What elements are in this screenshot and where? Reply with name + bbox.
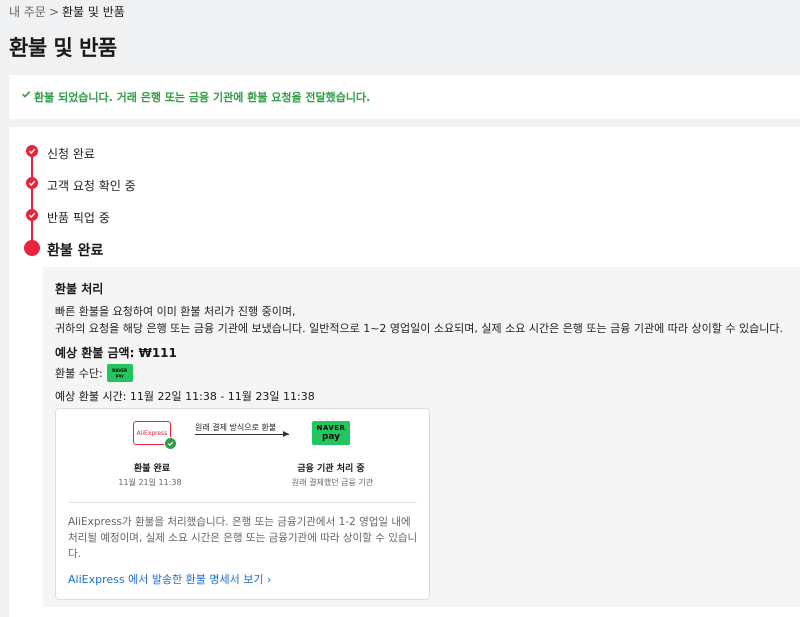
breadcrumb-current: 환불 및 반품 (62, 5, 125, 19)
detail-description: 빠른 환불을 요청하여 이미 환불 처리가 진행 중이며, 귀하의 요청을 해당… (55, 303, 783, 337)
expected-refund-time: 예상 환불 시간: 11월 22일 11:38 - 11월 23일 11:38 (55, 390, 315, 403)
alert-message: 환불 되었습니다. 거래 은행 또는 금융 기관에 환불 요청을 전달했습니다. (34, 91, 371, 104)
arrow-label: 원래 결제 방식으로 환불 (195, 423, 277, 432)
refund-method: 환불 수단: NAVER pay (55, 364, 133, 382)
step-done-icon (26, 177, 38, 189)
arrow-right-icon (283, 431, 289, 437)
divider (68, 502, 417, 503)
timeline-line (31, 150, 33, 248)
naver-pay-logo-text: NAVER (316, 424, 346, 432)
naver-pay-logo: NAVER pay (312, 421, 350, 445)
check-circle-icon (164, 437, 177, 450)
check-icon (21, 89, 31, 99)
page-title: 환불 및 반품 (9, 36, 117, 60)
detail-title: 환불 처리 (55, 282, 104, 296)
refund-method-label: 환불 수단: (55, 367, 103, 380)
arrow-line (195, 434, 289, 435)
breadcrumb-my-orders[interactable]: 내 주문 (9, 5, 46, 19)
breadcrumb: 내 주문 > 환불 및 반품 (9, 3, 125, 20)
target-sub: 원래 결제했던 금융 기관 (291, 478, 374, 487)
refund-amount-value: ₩111 (138, 346, 177, 360)
step-label-applied: 신청 완료 (47, 147, 95, 161)
step-done-icon (26, 145, 38, 157)
naver-pay-logo-text: pay (115, 373, 124, 378)
detail-description-line: 빠른 환불을 요청하여 이미 환불 처리가 진행 중이며, (55, 305, 296, 318)
detail-description-line: 귀하의 요청을 해당 은행 또는 금융 기관에 보냈습니다. 일반적으로 1~2… (55, 322, 783, 335)
refund-amount: 예상 환불 금액: ₩111 (55, 344, 177, 361)
step-label-refund-complete: 환불 완료 (47, 243, 104, 259)
target-status: 금융 기관 처리 중 (297, 464, 365, 474)
source-status: 환불 완료 (133, 464, 171, 474)
step-done-icon (26, 209, 38, 221)
step-label-reviewing: 고객 요청 확인 중 (47, 179, 136, 193)
naver-pay-logo-text: pay (321, 432, 341, 442)
source-date: 11월 21일 11:38 (118, 478, 182, 487)
success-alert: 환불 되었습니다. 거래 은행 또는 금융 기관에 환불 요청을 전달했습니다. (9, 75, 800, 119)
breadcrumb-separator: > (48, 5, 59, 19)
refund-statement-link[interactable]: AliExpress 에서 발송한 환불 명세서 보기 › (68, 571, 271, 587)
step-label-pickup: 반품 픽업 중 (47, 211, 110, 225)
flow-note: AliExpress가 환불을 처리했습니다. 은행 또는 금융기관에서 1-2… (68, 516, 418, 560)
naver-pay-logo-small: NAVER pay (106, 364, 133, 382)
refund-amount-label: 예상 환불 금액: (55, 346, 135, 360)
step-current-icon (24, 240, 40, 256)
